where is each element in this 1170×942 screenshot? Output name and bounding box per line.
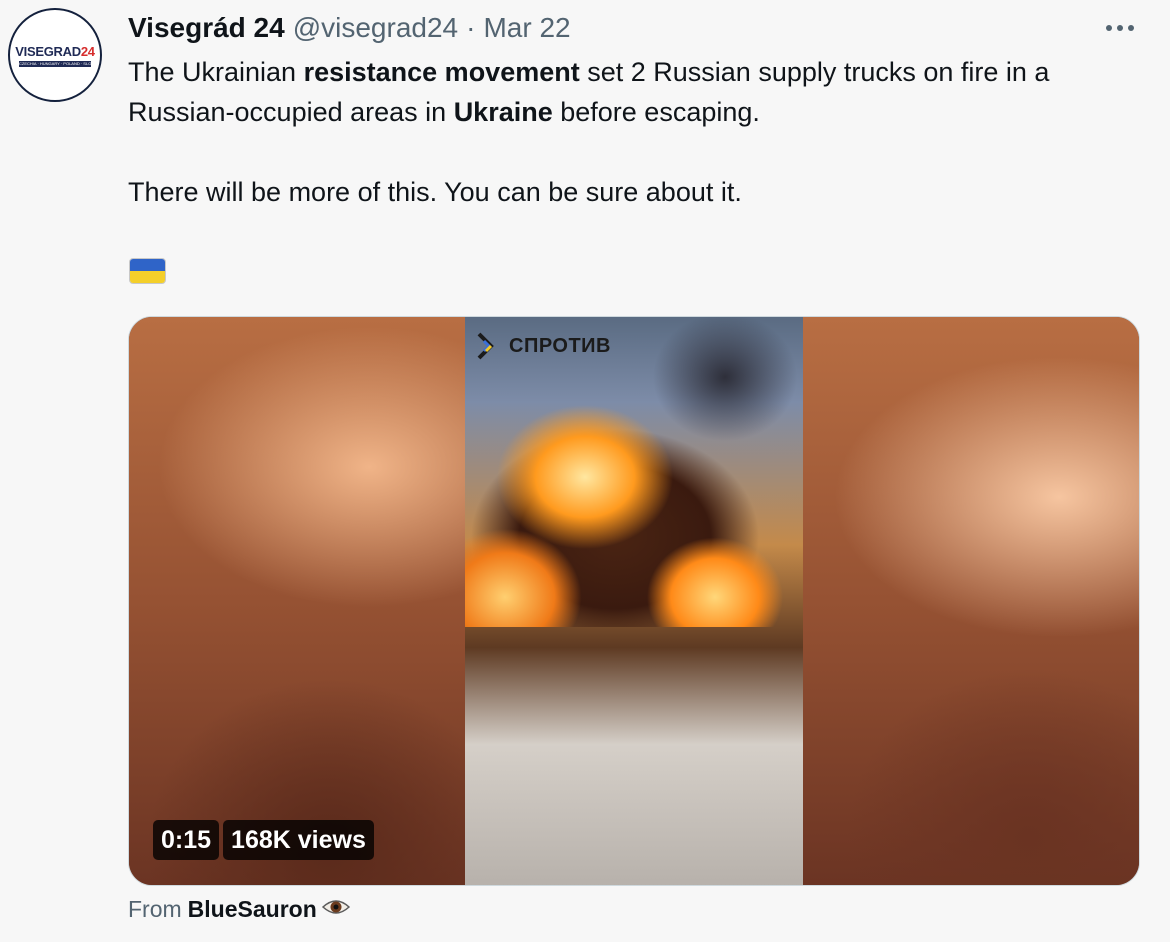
avatar-logo-number: 24	[80, 43, 95, 59]
video-player[interactable]: СПРОТИВ 0:15 168K views	[128, 316, 1140, 886]
video-frame[interactable]	[465, 317, 803, 885]
tweet-date[interactable]: Mar 22	[483, 12, 570, 44]
separator-dot: ·	[466, 12, 476, 43]
video-badges: 0:15 168K views	[153, 820, 374, 860]
tweet-paragraph-2: There will be more of this. You can be s…	[128, 177, 742, 207]
avatar[interactable]: VISEGRAD24 CZECHIA · HUNGARY · POLAND · …	[8, 8, 102, 102]
more-options-button[interactable]	[1098, 12, 1142, 44]
avatar-logo-subtitle: CZECHIA · HUNGARY · POLAND · SLOVAKIA	[19, 60, 91, 67]
tweet-header: Visegrád 24 @visegrad24 · Mar 22	[128, 8, 571, 48]
eye-icon	[321, 896, 351, 923]
from-label: From	[128, 896, 182, 922]
video-duration-badge: 0:15	[153, 820, 220, 860]
more-dot	[1128, 25, 1134, 31]
ukraine-flag-icon	[129, 258, 166, 284]
video-views-badge: 168K views	[223, 820, 374, 860]
tweet-text: The Ukrainian resistance movement set 2 …	[128, 52, 1138, 212]
tweet-text-bold: resistance movement	[303, 57, 580, 87]
tweet-text-segment: The Ukrainian	[128, 57, 304, 87]
video-attribution: From BlueSauron	[128, 896, 351, 923]
tweet-paragraph-1: The Ukrainian resistance movement set 2 …	[128, 52, 1138, 132]
user-handle[interactable]: @visegrad24	[293, 12, 458, 44]
more-dot	[1117, 25, 1123, 31]
more-horizontal-icon	[1106, 25, 1112, 31]
tweet-text-segment: before escaping.	[552, 97, 760, 127]
watermark-text: СПРОТИВ	[509, 334, 611, 357]
spротив-logo-icon	[477, 332, 494, 360]
video-watermark: СПРОТИВ	[475, 331, 611, 361]
tweet-text-bold: Ukraine	[453, 97, 553, 127]
display-name[interactable]: Visegrád 24	[128, 12, 285, 44]
attribution-user-link[interactable]: BlueSauron	[188, 896, 317, 923]
avatar-logo: VISEGRAD24	[15, 43, 95, 59]
avatar-logo-text: VISEGRAD	[15, 43, 81, 59]
